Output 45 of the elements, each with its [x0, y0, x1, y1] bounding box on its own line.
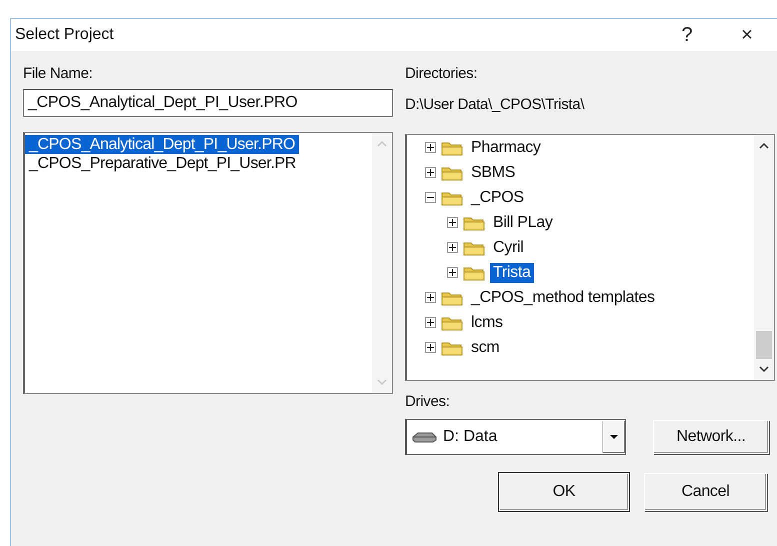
- folder-item[interactable]: Pharmacy: [468, 138, 544, 158]
- drives-label: Drives:: [405, 393, 451, 412]
- file-item[interactable]: _CPOS_Analytical_Dept_PI_User.PRO: [25, 135, 300, 154]
- folder-icon: [441, 190, 463, 206]
- drive-dropdown[interactable]: D: Data: [405, 419, 626, 455]
- drive-icon: [411, 431, 437, 443]
- folder-icon: [441, 340, 463, 356]
- help-button[interactable]: ?: [657, 19, 717, 51]
- expand-icon[interactable]: [447, 242, 458, 253]
- folder-icon: [441, 290, 463, 306]
- expand-icon[interactable]: [447, 217, 458, 228]
- folder-item[interactable]: lcms: [468, 312, 506, 332]
- folder-item[interactable]: Trista: [490, 262, 534, 282]
- scroll-thumb[interactable]: [756, 331, 772, 359]
- file-name-field[interactable]: _CPOS_Analytical_Dept_PI_User.PRO: [23, 89, 393, 117]
- folder-item[interactable]: scm: [468, 338, 502, 358]
- folder-icon: [441, 140, 463, 156]
- collapse-icon[interactable]: [425, 192, 436, 203]
- directory-path: D:\User Data\_CPOS\Trista\: [405, 94, 586, 114]
- expand-icon[interactable]: [425, 292, 436, 303]
- expand-icon[interactable]: [447, 267, 458, 278]
- folder-item[interactable]: _CPOS: [468, 188, 527, 208]
- folder-icon: [441, 164, 463, 180]
- folder-item[interactable]: Cyril: [490, 238, 526, 258]
- scrollbar[interactable]: [754, 135, 774, 380]
- dropdown-arrow-icon[interactable]: [609, 434, 619, 440]
- file-item[interactable]: _CPOS_Preparative_Dept_PI_User.PR: [25, 154, 300, 173]
- folder-item[interactable]: Bill PLay: [490, 212, 556, 232]
- folder-icon: [463, 214, 485, 230]
- folder-icon: [463, 240, 485, 256]
- folder-item[interactable]: _CPOS_method templates: [468, 288, 658, 308]
- expand-icon[interactable]: [425, 142, 436, 153]
- folder-item[interactable]: SBMS: [468, 162, 518, 182]
- expand-icon[interactable]: [425, 342, 436, 353]
- field-label: File Name:: [23, 65, 94, 84]
- cancel-button[interactable]: Cancel: [644, 473, 767, 511]
- close-button[interactable]: ×: [717, 19, 777, 51]
- folder-icon: [441, 314, 463, 330]
- ok-button[interactable]: OK: [499, 473, 629, 511]
- window-title: Select Project: [15, 26, 115, 44]
- expand-icon[interactable]: [425, 317, 436, 328]
- expand-icon[interactable]: [425, 167, 436, 178]
- network-button[interactable]: Network...: [653, 420, 769, 454]
- directories-label: Directories:: [405, 65, 478, 84]
- folder-icon: [463, 264, 485, 280]
